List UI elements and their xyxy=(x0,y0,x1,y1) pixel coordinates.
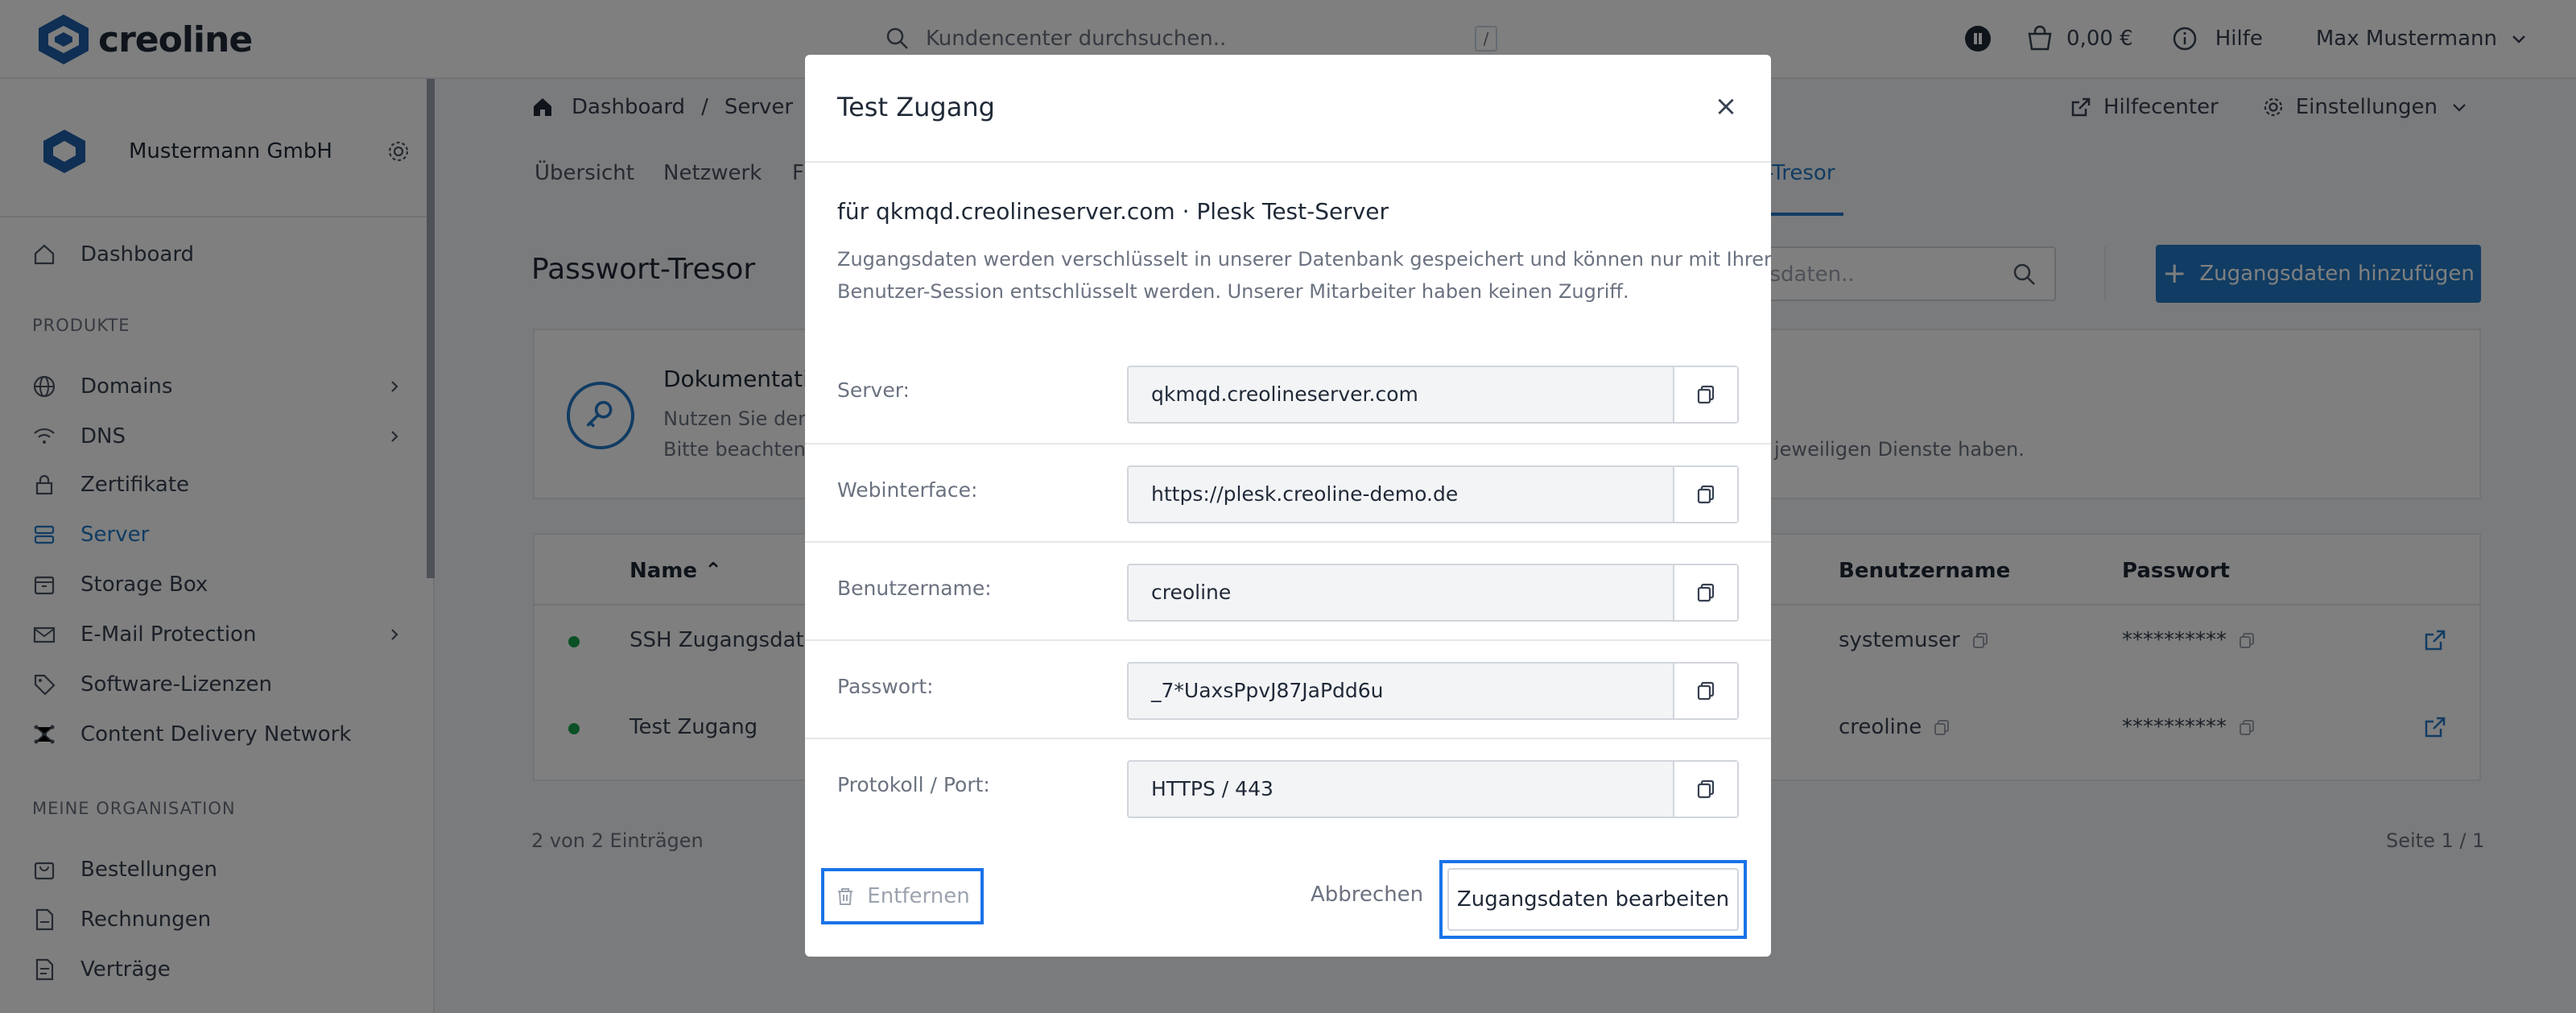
trash-icon xyxy=(838,888,853,905)
copy-icon xyxy=(1697,485,1715,504)
copy-button[interactable] xyxy=(1673,664,1737,718)
password-field[interactable]: _7*UaxsPpvJ87JaPdd6u xyxy=(1127,662,1739,720)
copy-icon xyxy=(1697,681,1715,701)
username-field[interactable]: creoline xyxy=(1127,564,1739,622)
close-icon[interactable]: × xyxy=(1710,90,1742,122)
cancel-button[interactable]: Abbrechen xyxy=(1311,883,1423,907)
webinterface-field[interactable]: https://plesk.creoline-demo.de xyxy=(1127,465,1739,523)
field-row-protocol-port: Protokoll / Port: HTTPS / 443 xyxy=(805,738,1771,836)
field-label: Benutzername: xyxy=(837,577,992,600)
field-label: Webinterface: xyxy=(837,478,978,502)
field-value[interactable]: https://plesk.creoline-demo.de xyxy=(1129,467,1673,522)
copy-button[interactable] xyxy=(1673,467,1737,522)
modal-description: Benutzer-Session entschlüsselt werden. U… xyxy=(837,280,1629,303)
field-value[interactable]: HTTPS / 443 xyxy=(1129,762,1673,817)
field-label: Server: xyxy=(837,378,910,402)
copy-icon xyxy=(1697,583,1715,602)
copy-icon xyxy=(1697,385,1715,404)
field-value[interactable]: creoline xyxy=(1129,565,1673,620)
copy-button[interactable] xyxy=(1673,367,1737,422)
modal-title: Test Zugang xyxy=(837,92,995,122)
credentials-modal: Test Zugang × für qkmqd.creolineserver.c… xyxy=(805,55,1772,957)
field-label: Protokoll / Port: xyxy=(837,773,990,796)
protocol-port-field[interactable]: HTTPS / 443 xyxy=(1127,760,1739,818)
remove-button[interactable]: Entfernen xyxy=(821,868,984,924)
field-row-password: Passwort: _7*UaxsPpvJ87JaPdd6u xyxy=(805,639,1771,738)
field-value[interactable]: _7*UaxsPpvJ87JaPdd6u xyxy=(1129,664,1673,718)
modal-header: Test Zugang × xyxy=(805,55,1771,163)
field-row-username: Benutzername: creoline xyxy=(805,541,1771,639)
copy-button[interactable] xyxy=(1673,762,1737,817)
copy-button[interactable] xyxy=(1673,565,1737,620)
field-row-server: Server: qkmqd.creolineserver.com xyxy=(805,345,1771,443)
edit-button-highlight: Zugangsdaten bearbeiten xyxy=(1439,860,1747,939)
remove-label: Entfernen xyxy=(867,884,970,908)
field-label: Passwort: xyxy=(837,675,934,698)
field-value[interactable]: qkmqd.creolineserver.com xyxy=(1129,367,1673,422)
field-row-webinterface: Webinterface: https://plesk.creoline-dem… xyxy=(805,443,1771,541)
modal-subtitle: für qkmqd.creolineserver.com · Plesk Tes… xyxy=(837,198,1389,225)
server-field[interactable]: qkmqd.creolineserver.com xyxy=(1127,366,1739,424)
modal-description: Zugangsdaten werden verschlüsselt in uns… xyxy=(837,248,1772,271)
edit-credentials-button[interactable]: Zugangsdaten bearbeiten xyxy=(1447,868,1739,931)
copy-icon xyxy=(1697,779,1715,799)
